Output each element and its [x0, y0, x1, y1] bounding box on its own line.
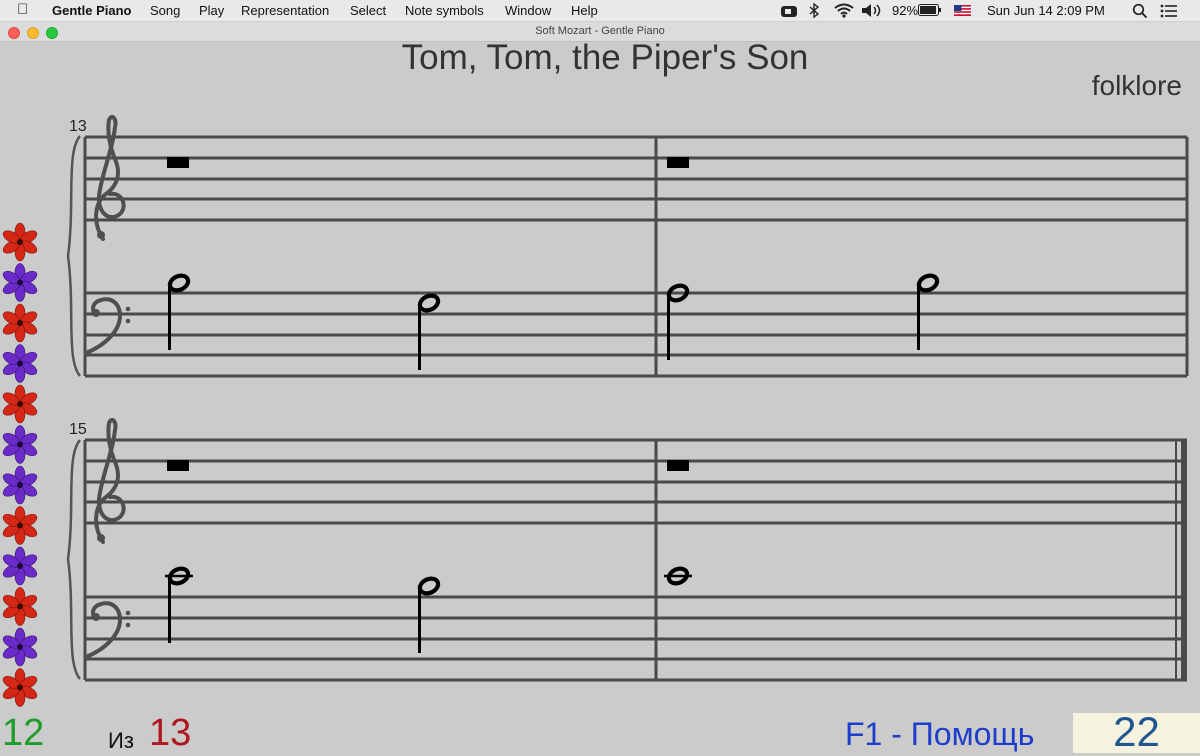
bass-clef-icon	[84, 297, 133, 355]
bass-clef-icon	[84, 601, 133, 659]
flower-red-icon	[0, 384, 40, 424]
sheet-music[interactable]: 13 15	[0, 0, 1200, 750]
flower-purple-icon	[0, 546, 40, 586]
brace	[66, 135, 82, 377]
total-pages-number: 13	[149, 712, 192, 754]
system-2: 15	[66, 417, 1187, 682]
treble-staff	[85, 438, 1187, 525]
half-note[interactable]	[418, 293, 441, 370]
flower-purple-icon	[0, 344, 40, 383]
current-page-number: 12	[2, 712, 45, 754]
counter-box: 22	[1073, 708, 1200, 755]
half-note[interactable]	[664, 566, 692, 586]
help-hint[interactable]: F1 - Помощь	[845, 716, 1034, 753]
flower-purple-icon	[0, 465, 40, 505]
of-label: Из	[108, 728, 134, 753]
measure-number: 13	[69, 118, 87, 135]
bass-staff	[85, 291, 1187, 378]
measure-number: 15	[69, 421, 87, 438]
system-1: 13	[66, 114, 1189, 378]
whole-rest[interactable]	[667, 157, 689, 168]
flower-markers	[0, 222, 40, 707]
half-note[interactable]	[168, 273, 191, 350]
counter-value: 22	[1113, 708, 1160, 755]
half-note[interactable]	[165, 566, 193, 643]
flower-red-icon	[0, 303, 40, 343]
whole-rest[interactable]	[167, 157, 189, 168]
half-note[interactable]	[418, 576, 441, 653]
treble-staff	[85, 135, 1187, 222]
flower-purple-icon	[0, 263, 40, 302]
flower-purple-icon	[0, 425, 40, 464]
flower-red-icon	[0, 668, 40, 707]
flower-red-icon	[0, 587, 40, 626]
brace	[66, 439, 82, 680]
whole-rest[interactable]	[667, 460, 689, 471]
flower-red-icon	[0, 506, 40, 545]
bass-staff	[85, 595, 1187, 682]
whole-rest[interactable]	[167, 460, 189, 471]
flower-purple-icon	[0, 627, 40, 667]
final-barline-thick	[1181, 439, 1187, 681]
flower-red-icon	[0, 222, 40, 262]
half-note[interactable]	[917, 273, 940, 350]
